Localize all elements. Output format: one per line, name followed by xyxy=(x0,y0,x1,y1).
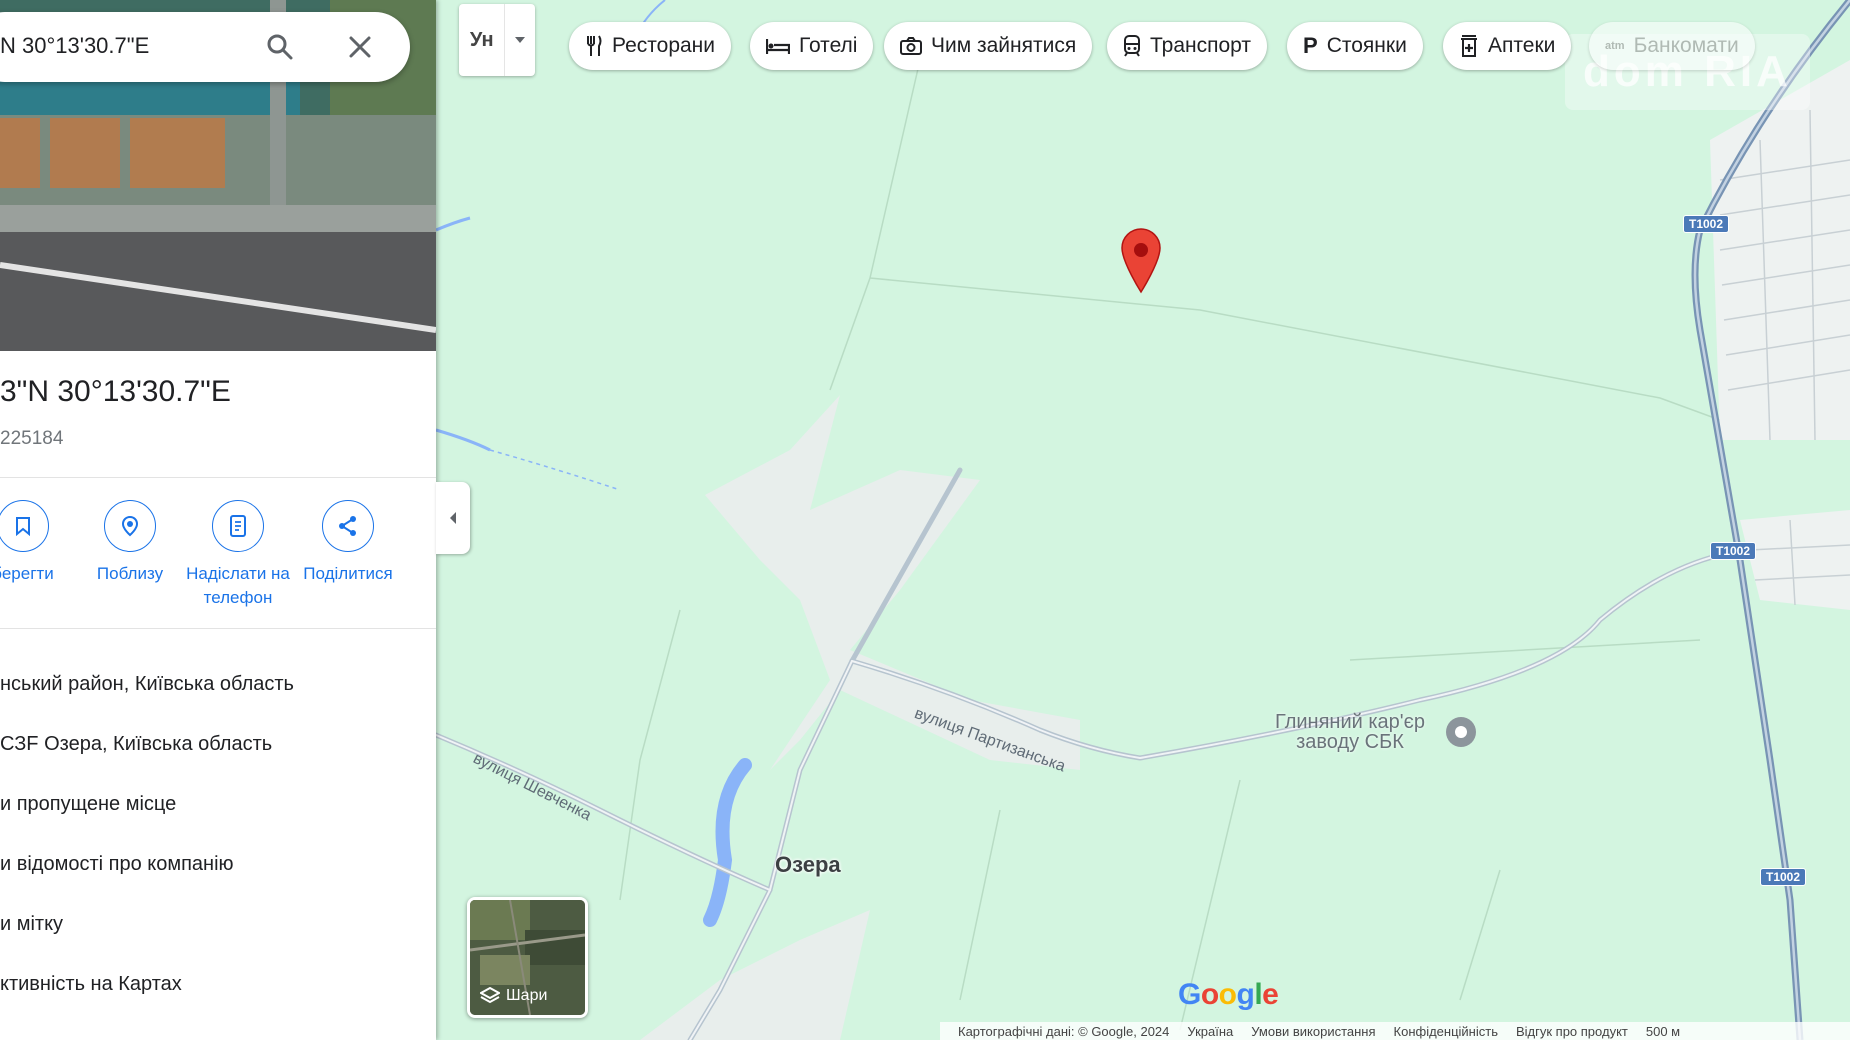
layers-button[interactable]: Шари xyxy=(467,897,588,1018)
chip-label: Ресторани xyxy=(612,34,716,57)
send-to-phone-icon xyxy=(212,500,264,552)
poi-label-line1: Глиняний кар'єр xyxy=(1275,711,1425,733)
chip-pharmacies[interactable]: Аптеки xyxy=(1443,22,1572,70)
restaurant-icon xyxy=(585,35,603,57)
info-row-add-business[interactable]: и відомості про компанію xyxy=(0,853,234,876)
chevron-down-icon[interactable] xyxy=(504,4,535,76)
input-tools-button[interactable]: Ун xyxy=(459,4,535,76)
input-tools-label: Ун xyxy=(469,28,494,51)
place-title: 3"N 30°13'30.7"E xyxy=(0,375,231,408)
chip-label: Готелі xyxy=(799,34,858,57)
layers-icon xyxy=(480,987,500,1004)
road-shield: T1002 xyxy=(1683,215,1730,233)
atm-icon: atm xyxy=(1605,40,1625,52)
info-row-maps-activity[interactable]: ктивність на Картах xyxy=(0,973,182,996)
plus-code[interactable]: 225184 xyxy=(0,428,63,450)
place-panel: 3"N 30°13'30.7"E 225184 берегти Поблизу … xyxy=(0,0,436,1040)
chip-atms[interactable]: atm Банкомати xyxy=(1589,22,1755,70)
transit-icon xyxy=(1123,35,1141,57)
scale-label[interactable]: 500 м xyxy=(1646,1024,1680,1039)
share-button[interactable]: Поділитися xyxy=(293,500,403,586)
poi-label-line2: заводу СБК xyxy=(1296,731,1404,753)
caret-left-icon xyxy=(450,512,456,524)
chip-hotels[interactable]: Готелі xyxy=(750,22,874,70)
layers-text: Шари xyxy=(506,987,548,1004)
footer-terms-link[interactable]: Умови використання xyxy=(1251,1024,1375,1039)
footer-feedback-link[interactable]: Відгук про продукт xyxy=(1516,1024,1628,1039)
nearby-label: Поблизу xyxy=(96,564,164,583)
poi-marker-icon[interactable] xyxy=(1446,717,1476,747)
collapse-panel-button[interactable] xyxy=(436,482,470,554)
send-to-phone-label: Надіслати на телефон xyxy=(186,564,290,607)
village-label[interactable]: Озера xyxy=(775,852,841,878)
hotel-icon xyxy=(766,37,790,55)
nearby-button[interactable]: Поблизу xyxy=(75,500,185,586)
nearby-icon xyxy=(104,500,156,552)
divider xyxy=(0,628,436,629)
footer-region-link[interactable]: Україна xyxy=(1187,1024,1233,1039)
layers-label: Шари xyxy=(480,987,547,1005)
save-button[interactable]: берегти xyxy=(0,500,78,586)
send-to-phone-button[interactable]: Надіслати на телефон xyxy=(183,500,293,610)
road-shield: T1002 xyxy=(1710,542,1757,560)
google-logo: Google xyxy=(1178,978,1279,1011)
share-icon xyxy=(322,500,374,552)
chip-label: Банкомати xyxy=(1633,34,1739,57)
map-footer: Картографічні дані: © Google, 2024 Украї… xyxy=(940,1022,1850,1040)
share-label: Поділитися xyxy=(303,564,393,583)
save-label: берегти xyxy=(0,564,54,583)
footer-privacy-link[interactable]: Конфіденційність xyxy=(1394,1024,1498,1039)
chip-label: Чим зайнятися xyxy=(931,34,1077,57)
chip-restaurants[interactable]: Ресторани xyxy=(569,22,732,70)
pharmacy-icon xyxy=(1459,35,1479,57)
info-row-address[interactable]: нський район, Київська область xyxy=(0,673,294,696)
chip-label: Стоянки xyxy=(1326,34,1407,57)
search-box[interactable]: N 30°13'30.7"E xyxy=(0,12,410,82)
close-icon[interactable] xyxy=(342,29,378,65)
chip-parking[interactable]: P Стоянки xyxy=(1287,22,1423,70)
parking-icon: P xyxy=(1303,33,1318,58)
camera-icon xyxy=(900,37,922,55)
poi-label[interactable]: Глиняний кар'єр заводу СБК xyxy=(1275,712,1425,752)
chip-label: Аптеки xyxy=(1488,34,1556,57)
divider xyxy=(0,477,436,478)
road-shield: T1002 xyxy=(1760,868,1807,886)
chip-transit[interactable]: Транспорт xyxy=(1107,22,1267,70)
info-row-plus-code[interactable]: СЗF Озера, Київська область xyxy=(0,733,272,756)
chip-things-to-do[interactable]: Чим зайнятися xyxy=(884,22,1093,70)
info-row-add-missing-place[interactable]: и пропущене місце xyxy=(0,793,176,816)
map-data-attribution: Картографічні дані: © Google, 2024 xyxy=(958,1023,1170,1039)
bookmark-icon xyxy=(0,500,49,552)
chip-label: Транспорт xyxy=(1150,34,1251,57)
info-row-add-label[interactable]: и мітку xyxy=(0,913,63,936)
search-input[interactable]: N 30°13'30.7"E xyxy=(0,33,149,59)
search-icon[interactable] xyxy=(262,29,298,65)
